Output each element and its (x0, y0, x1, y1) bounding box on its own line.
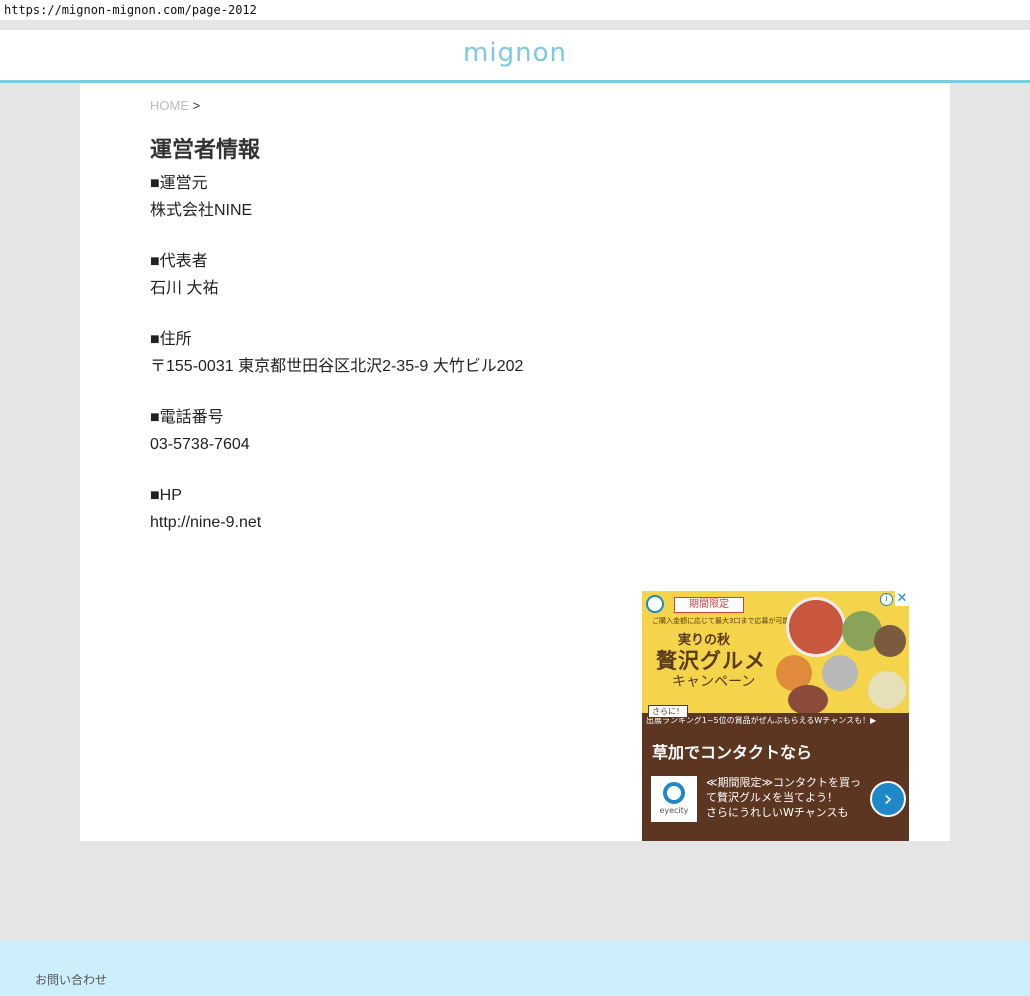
info-section-operator: ■運営元 株式会社NINE (150, 170, 850, 224)
address-bar[interactable]: https://mignon-mignon.com/page-2012 (0, 0, 1030, 20)
ad-badge: 期間限定 (674, 597, 744, 613)
food-image (868, 671, 906, 709)
info-label: ■代表者 (150, 253, 208, 270)
info-value: 〒155-0031 東京都世田谷区北沢2-35-9 大竹ビル202 (150, 358, 524, 375)
ad-close-icon[interactable]: ✕ (895, 591, 909, 606)
ad-description-line: さらにうれしいWチャンスも (706, 806, 849, 819)
ad-small-text: ご購入金額に応じて最大3口まで応募が可能！ (652, 617, 797, 625)
ad-description-line: て贅沢グルメを当てよう！ (706, 791, 838, 804)
breadcrumb-separator: > (192, 98, 201, 113)
info-section-phone: ■電話番号 03-5738-7604 (150, 404, 850, 458)
info-section-representative: ■代表者 石川 大祐 (150, 248, 850, 302)
site-footer: お問い合わせ (0, 940, 1030, 996)
info-value: 03-5738-7604 (150, 436, 250, 453)
contact-link[interactable]: お問い合わせ (35, 971, 107, 988)
info-value: 石川 大祐 (150, 280, 219, 297)
ad-headline-3: キャンペーン (672, 674, 756, 690)
operator-info: ■運営元 株式会社NINE ■代表者 石川 大祐 ■住所 〒155-0031 東… (150, 170, 850, 536)
ad-arrow-right-icon[interactable]: › (870, 781, 906, 817)
eyecity-logo-icon (663, 782, 685, 804)
food-image (874, 625, 906, 657)
eyecity-logo-icon (646, 595, 664, 613)
ad-tag: さらに！ (648, 705, 688, 718)
ad-info-icon[interactable]: i (880, 593, 893, 606)
main-content: HOME > 運営者情報 ■運営元 株式会社NINE ■代表者 石川 大祐 ■住… (80, 83, 950, 841)
info-label: ■HP (150, 487, 182, 504)
info-section-homepage: ■HP http://nine-9.net (150, 482, 850, 536)
ad-brand-name: eyecity (659, 806, 689, 815)
ad-description-line: ≪期間限定≫コンタクトを買っ (706, 776, 862, 789)
ad-brand-logo: eyecity (651, 776, 697, 822)
ad-visual: 期間限定 ご購入金額に応じて最大3口まで応募が可能！ 実りの秋 贅沢グルメ キャ… (642, 591, 909, 715)
homepage-link[interactable]: http://nine-9.net (150, 509, 850, 536)
site-logo[interactable]: mignon (463, 38, 567, 68)
breadcrumb-home-link[interactable]: HOME (150, 98, 189, 113)
advertisement-banner[interactable]: 期間限定 ご購入金額に応じて最大3口まで応募が可能！ 実りの秋 贅沢グルメ キャ… (642, 591, 909, 841)
url-text: https://mignon-mignon.com/page-2012 (4, 3, 257, 17)
food-image (788, 685, 828, 715)
breadcrumb: HOME > (150, 98, 850, 118)
site-header: mignon (0, 30, 1030, 83)
food-image (786, 597, 846, 657)
ad-description: ≪期間限定≫コンタクトを買っ て贅沢グルメを当てよう！ さらにうれしいWチャンス… (706, 775, 866, 820)
ad-title: 草加でコンタクトなら (652, 743, 813, 762)
page-title: 運営者情報 (150, 138, 261, 163)
info-label: ■電話番号 (150, 409, 224, 426)
food-image (822, 655, 858, 691)
ad-text-panel: 草加でコンタクトなら eyecity ≪期間限定≫コンタクトを買っ て贅沢グルメ… (642, 729, 909, 841)
info-value: 株式会社NINE (150, 202, 253, 219)
info-label: ■住所 (150, 331, 192, 348)
info-section-address: ■住所 〒155-0031 東京都世田谷区北沢2-35-9 大竹ビル202 (150, 326, 850, 380)
info-label: ■運営元 (150, 175, 208, 192)
content-area: HOME > 運営者情報 ■運営元 株式会社NINE ■代表者 石川 大祐 ■住… (150, 98, 850, 560)
